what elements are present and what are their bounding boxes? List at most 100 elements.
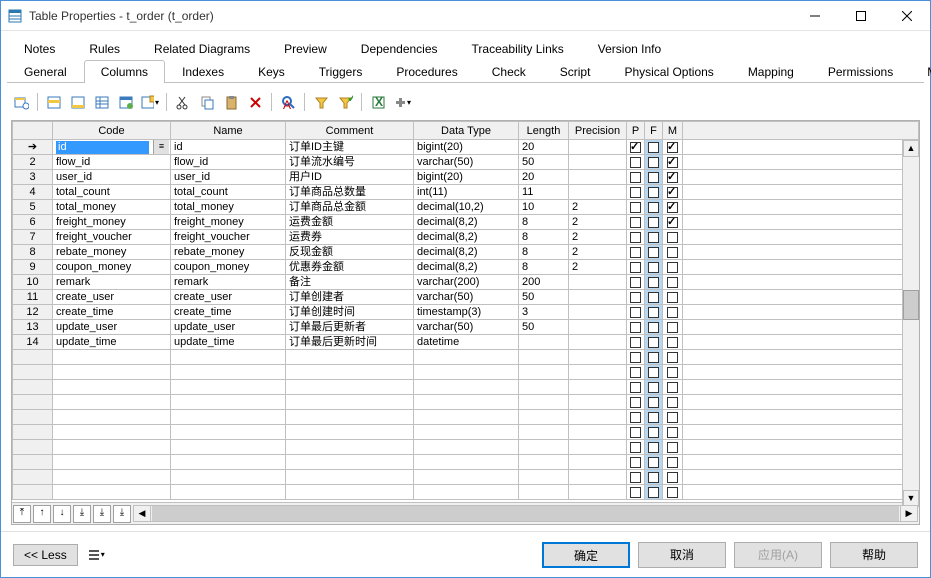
tab-dependencies[interactable]: Dependencies (344, 37, 455, 60)
code-cell[interactable]: freight_money (53, 215, 171, 230)
horizontal-scrollbar[interactable]: ◀ ▶ (133, 505, 918, 522)
pk-cell[interactable] (627, 170, 645, 185)
code-cell[interactable]: total_count (53, 185, 171, 200)
code-cell[interactable]: create_time (53, 305, 171, 320)
precision-cell[interactable] (569, 155, 627, 170)
comment-cell[interactable]: 订单创建时间 (286, 305, 414, 320)
precision-cell[interactable] (569, 290, 627, 305)
table-row[interactable] (13, 425, 919, 440)
fk-cell[interactable] (645, 275, 663, 290)
pk-cell[interactable] (627, 155, 645, 170)
checkbox[interactable] (630, 307, 641, 318)
length-cell[interactable]: 200 (519, 275, 569, 290)
length-cell[interactable]: 8 (519, 230, 569, 245)
comment-cell[interactable]: 订单商品总金额 (286, 200, 414, 215)
col-header[interactable]: Precision (569, 122, 627, 140)
col-header[interactable] (13, 122, 53, 140)
table-row[interactable] (13, 410, 919, 425)
datatype-cell[interactable]: decimal(8,2) (414, 245, 519, 260)
fk-cell[interactable] (645, 170, 663, 185)
checkbox[interactable] (630, 292, 641, 303)
datatype-cell[interactable]: timestamp(3) (414, 305, 519, 320)
length-cell[interactable]: 20 (519, 170, 569, 185)
pk-cell[interactable] (627, 215, 645, 230)
col-header[interactable]: Name (171, 122, 286, 140)
help-button[interactable]: 帮助 (830, 542, 918, 568)
cut-icon[interactable] (173, 92, 193, 112)
precision-cell[interactable] (569, 305, 627, 320)
scroll-thumb[interactable] (903, 290, 919, 320)
datatype-cell[interactable]: varchar(200) (414, 275, 519, 290)
code-cell[interactable]: total_money (53, 200, 171, 215)
paste-icon[interactable] (221, 92, 241, 112)
scroll-right-button[interactable]: ▶ (900, 506, 917, 521)
table-row[interactable] (13, 365, 919, 380)
table-row[interactable]: 2flow_idflow_id订单流水编号varchar(50)50 (13, 155, 919, 170)
checkbox[interactable] (648, 337, 659, 348)
name-cell[interactable]: total_money (171, 200, 286, 215)
precision-cell[interactable] (569, 140, 627, 155)
datatype-cell[interactable]: decimal(8,2) (414, 230, 519, 245)
code-cell[interactable]: freight_voucher (53, 230, 171, 245)
scroll-up-button[interactable]: ▲ (903, 140, 919, 157)
name-cell[interactable]: total_count (171, 185, 286, 200)
checkbox[interactable] (630, 202, 641, 213)
length-cell[interactable]: 50 (519, 290, 569, 305)
checkbox[interactable] (630, 277, 641, 288)
mandatory-cell[interactable] (663, 230, 683, 245)
table-row[interactable] (13, 380, 919, 395)
datatype-cell[interactable]: decimal(10,2) (414, 200, 519, 215)
code-cell[interactable]: create_user (53, 290, 171, 305)
tab-preview[interactable]: Preview (267, 37, 344, 60)
precision-cell[interactable] (569, 170, 627, 185)
comment-cell[interactable]: 运费金额 (286, 215, 414, 230)
mandatory-cell[interactable] (663, 275, 683, 290)
form-view-icon[interactable] (116, 92, 136, 112)
length-cell[interactable]: 11 (519, 185, 569, 200)
filter-clear-icon[interactable]: ✓ (335, 92, 355, 112)
checkbox[interactable] (630, 337, 641, 348)
checkbox[interactable] (667, 217, 678, 228)
checkbox[interactable] (667, 142, 678, 153)
mandatory-cell[interactable] (663, 335, 683, 350)
checkbox[interactable] (667, 262, 678, 273)
mandatory-cell[interactable] (663, 320, 683, 335)
fk-cell[interactable] (645, 305, 663, 320)
code-cell[interactable]: remark (53, 275, 171, 290)
datatype-cell[interactable]: varchar(50) (414, 155, 519, 170)
table-row[interactable] (13, 395, 919, 410)
datatype-cell[interactable]: bigint(20) (414, 170, 519, 185)
fk-cell[interactable] (645, 185, 663, 200)
name-cell[interactable]: remark (171, 275, 286, 290)
tab-traceability-links[interactable]: Traceability Links (455, 37, 581, 60)
dropdown-icon[interactable]: ≡ (153, 140, 169, 154)
comment-cell[interactable]: 订单ID主键 (286, 140, 414, 155)
properties-icon[interactable] (11, 92, 31, 112)
code-cell[interactable]: user_id (53, 170, 171, 185)
length-cell[interactable] (519, 335, 569, 350)
col-header[interactable]: Length (519, 122, 569, 140)
name-cell[interactable]: update_user (171, 320, 286, 335)
table-row[interactable]: 14update_timeupdate_time订单最后更新时间datetime (13, 335, 919, 350)
checkbox[interactable] (648, 262, 659, 273)
length-cell[interactable]: 50 (519, 155, 569, 170)
nav-bottom-icon[interactable]: ⤓ (93, 505, 111, 523)
table-row[interactable]: 4total_counttotal_count订单商品总数量int(11)11 (13, 185, 919, 200)
datatype-cell[interactable]: datetime (414, 335, 519, 350)
mandatory-cell[interactable] (663, 170, 683, 185)
comment-cell[interactable]: 订单创建者 (286, 290, 414, 305)
code-cell[interactable]: update_time (53, 335, 171, 350)
table-row[interactable]: 9coupon_moneycoupon_money优惠券金额decimal(8,… (13, 260, 919, 275)
name-cell[interactable]: create_time (171, 305, 286, 320)
comment-cell[interactable]: 用户ID (286, 170, 414, 185)
table-row[interactable]: ➔≡id订单ID主键bigint(20)20 (13, 140, 919, 155)
mandatory-cell[interactable] (663, 215, 683, 230)
checkbox[interactable] (667, 172, 678, 183)
pk-cell[interactable] (627, 245, 645, 260)
fk-cell[interactable] (645, 245, 663, 260)
fk-cell[interactable] (645, 230, 663, 245)
checkbox[interactable] (667, 277, 678, 288)
checkbox[interactable] (648, 157, 659, 168)
checkbox[interactable] (648, 187, 659, 198)
comment-cell[interactable]: 订单最后更新者 (286, 320, 414, 335)
